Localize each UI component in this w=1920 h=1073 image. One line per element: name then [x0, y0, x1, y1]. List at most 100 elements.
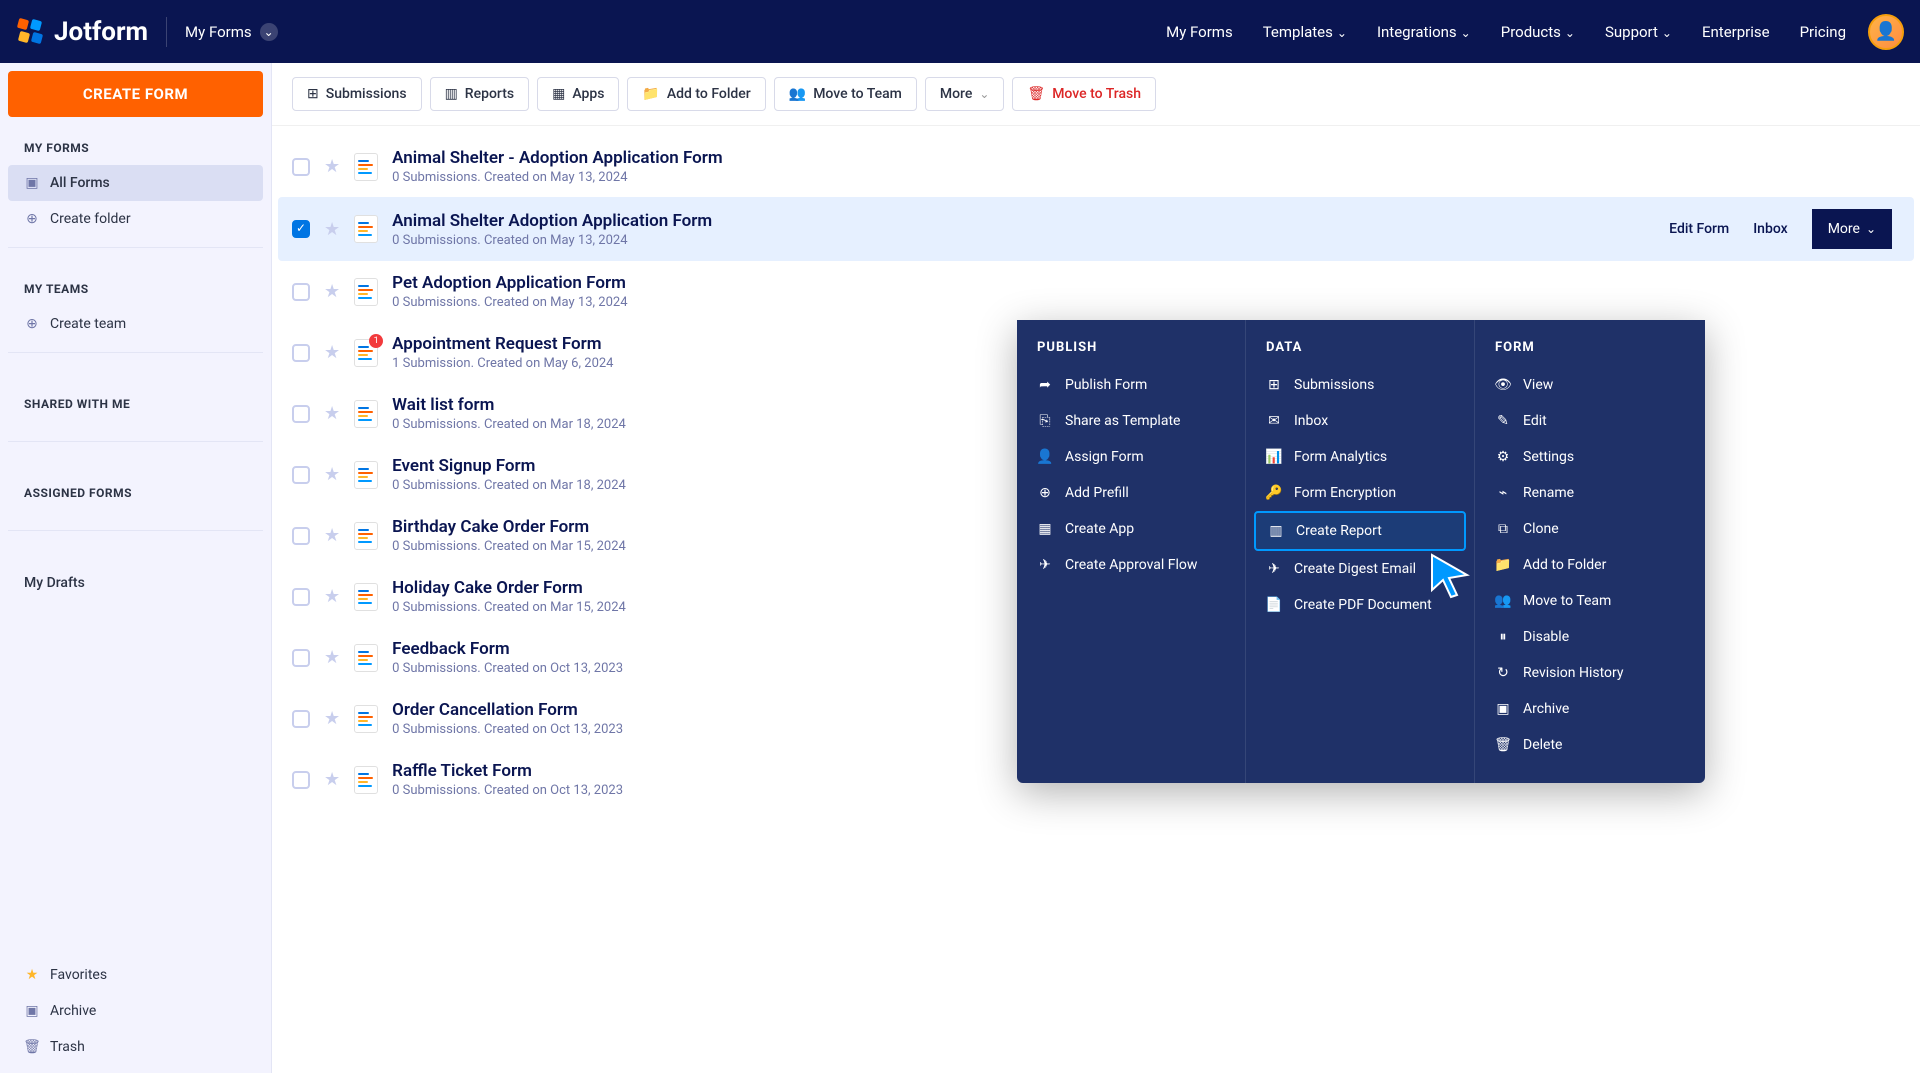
menu-icon: ⌁ [1495, 485, 1511, 501]
dropdown-item-publish-form[interactable]: ➦Publish Form [1017, 367, 1245, 403]
logo[interactable]: Jotform [16, 17, 148, 47]
dropdown-item-assign-form[interactable]: 👤Assign Form [1017, 439, 1245, 475]
nav-templates[interactable]: Templates [1263, 23, 1347, 41]
dropdown-item-add-to-folder[interactable]: 📁Add to Folder [1475, 547, 1705, 583]
star-icon[interactable]: ★ [324, 281, 340, 302]
dropdown-item-settings[interactable]: ⚙Settings [1475, 439, 1705, 475]
dropdown-item-view[interactable]: 👁View [1475, 367, 1705, 403]
shared-title[interactable]: SHARED WITH ME [8, 387, 263, 431]
dropdown-item-create-approval-flow[interactable]: ✈Create Approval Flow [1017, 547, 1245, 583]
menu-label: Edit [1523, 413, 1547, 429]
menu-label: Submissions [1294, 377, 1374, 393]
sidebar-archive[interactable]: ▣Archive [8, 993, 263, 1029]
header: Jotform My Forms My Forms Templates Inte… [0, 0, 1920, 63]
dropdown-item-create-report[interactable]: ▥Create Report [1254, 511, 1466, 551]
assigned-title[interactable]: ASSIGNED FORMS [8, 476, 263, 520]
dropdown-item-inbox[interactable]: ✉Inbox [1246, 403, 1474, 439]
menu-label: Delete [1523, 737, 1562, 753]
nav-integrations[interactable]: Integrations [1377, 23, 1471, 41]
dropdown-item-form-analytics[interactable]: 📊Form Analytics [1246, 439, 1474, 475]
apps-button[interactable]: ▦Apps [537, 77, 619, 111]
menu-label: Revision History [1523, 665, 1624, 681]
move-team-button[interactable]: 👥Move to Team [774, 77, 917, 111]
menu-icon: ⧉ [1495, 521, 1511, 537]
row-checkbox[interactable] [292, 283, 310, 301]
dropdown-item-create-app[interactable]: ▦Create App [1017, 511, 1245, 547]
star-icon[interactable]: ★ [324, 342, 340, 363]
row-checkbox[interactable] [292, 771, 310, 789]
star-icon[interactable]: ★ [324, 403, 340, 424]
menu-icon: 👤 [1037, 449, 1053, 465]
form-row[interactable]: ★ Pet Adoption Application Form 0 Submis… [292, 261, 1900, 322]
sidebar-trash[interactable]: 🗑Trash [8, 1029, 263, 1065]
menu-icon: ▣ [1495, 701, 1511, 717]
reports-button[interactable]: ▥Reports [430, 77, 530, 111]
star-icon[interactable]: ★ [324, 219, 340, 240]
create-form-button[interactable]: CREATE FORM [8, 71, 263, 117]
dropdown-item-share-as-template[interactable]: ⎘Share as Template [1017, 403, 1245, 439]
dropdown-item-revision-history[interactable]: ↻Revision History [1475, 655, 1705, 691]
menu-label: Inbox [1294, 413, 1328, 429]
row-checkbox[interactable] [292, 466, 310, 484]
star-icon[interactable]: ★ [324, 647, 340, 668]
dropdown-item-delete[interactable]: 🗑Delete [1475, 727, 1705, 763]
row-checkbox[interactable] [292, 344, 310, 362]
star-icon[interactable]: ★ [324, 525, 340, 546]
row-checkbox[interactable] [292, 158, 310, 176]
nav-my-forms[interactable]: My Forms [1166, 23, 1233, 41]
dropdown-item-clone[interactable]: ⧉Clone [1475, 511, 1705, 547]
star-icon[interactable]: ★ [324, 708, 340, 729]
dropdown-item-add-prefill[interactable]: ⊕Add Prefill [1017, 475, 1245, 511]
star-icon[interactable]: ★ [324, 464, 340, 485]
menu-icon: ⊞ [1266, 377, 1282, 393]
form-row[interactable]: ★ Animal Shelter Adoption Application Fo… [278, 197, 1914, 261]
move-trash-button[interactable]: 🗑Move to Trash [1012, 77, 1156, 111]
more-tab[interactable]: More [1812, 209, 1892, 249]
nav-support[interactable]: Support [1605, 23, 1672, 41]
avatar[interactable]: 👤 [1868, 14, 1904, 50]
row-checkbox[interactable] [292, 588, 310, 606]
sidebar-all-forms[interactable]: ▣All Forms [8, 165, 263, 201]
dropdown-item-form-encryption[interactable]: 🔑Form Encryption [1246, 475, 1474, 511]
row-checkbox[interactable] [292, 405, 310, 423]
dropdown-item-rename[interactable]: ⌁Rename [1475, 475, 1705, 511]
star-icon[interactable]: ★ [324, 769, 340, 790]
menu-icon: 🔑 [1266, 485, 1282, 501]
submissions-button[interactable]: ⊞Submissions [292, 77, 422, 111]
plus-icon: ⊕ [24, 211, 40, 227]
dropdown-item-create-pdf-document[interactable]: 📄Create PDF Document [1246, 587, 1474, 623]
chevron-down-icon [260, 23, 278, 41]
sidebar-create-team[interactable]: ⊕Create team [8, 306, 263, 342]
star-icon[interactable]: ★ [324, 156, 340, 177]
star-icon[interactable]: ★ [324, 586, 340, 607]
sidebar-favorites[interactable]: ★Favorites [8, 957, 263, 993]
workspace-selector[interactable]: My Forms [185, 23, 278, 41]
row-checkbox[interactable] [292, 527, 310, 545]
row-checkbox[interactable] [292, 710, 310, 728]
nav-products[interactable]: Products [1501, 23, 1575, 41]
row-checkbox[interactable] [292, 649, 310, 667]
menu-label: Add to Folder [1523, 557, 1606, 573]
form-info: Animal Shelter - Adoption Application Fo… [392, 148, 1900, 185]
menu-label: Create App [1065, 521, 1134, 537]
edit-form-button[interactable]: Edit Form [1669, 221, 1729, 237]
sidebar-drafts[interactable]: My Drafts [8, 565, 263, 601]
dropdown-item-create-digest-email[interactable]: ✈Create Digest Email [1246, 551, 1474, 587]
menu-icon: ✎ [1495, 413, 1511, 429]
sidebar-create-folder[interactable]: ⊕Create folder [8, 201, 263, 237]
dropdown-item-archive[interactable]: ▣Archive [1475, 691, 1705, 727]
add-folder-button[interactable]: 📁Add to Folder [627, 77, 765, 111]
row-checkbox[interactable] [292, 220, 310, 238]
archive-icon: ▣ [24, 1003, 40, 1019]
form-row[interactable]: ★ Animal Shelter - Adoption Application … [292, 136, 1900, 197]
dropdown-item-edit[interactable]: ✎ Edit [1475, 403, 1705, 439]
more-button[interactable]: More [925, 77, 1005, 111]
inbox-button[interactable]: Inbox [1753, 221, 1787, 237]
nav-pricing[interactable]: Pricing [1800, 23, 1846, 41]
menu-label: Create Digest Email [1294, 561, 1416, 577]
dropdown-item-move-to-team[interactable]: 👥Move to Team [1475, 583, 1705, 619]
dropdown-item-submissions[interactable]: ⊞ Submissions [1246, 367, 1474, 403]
nav-enterprise[interactable]: Enterprise [1702, 23, 1770, 41]
star-icon: ★ [24, 967, 40, 983]
dropdown-item-disable[interactable]: ⏸Disable [1475, 619, 1705, 655]
